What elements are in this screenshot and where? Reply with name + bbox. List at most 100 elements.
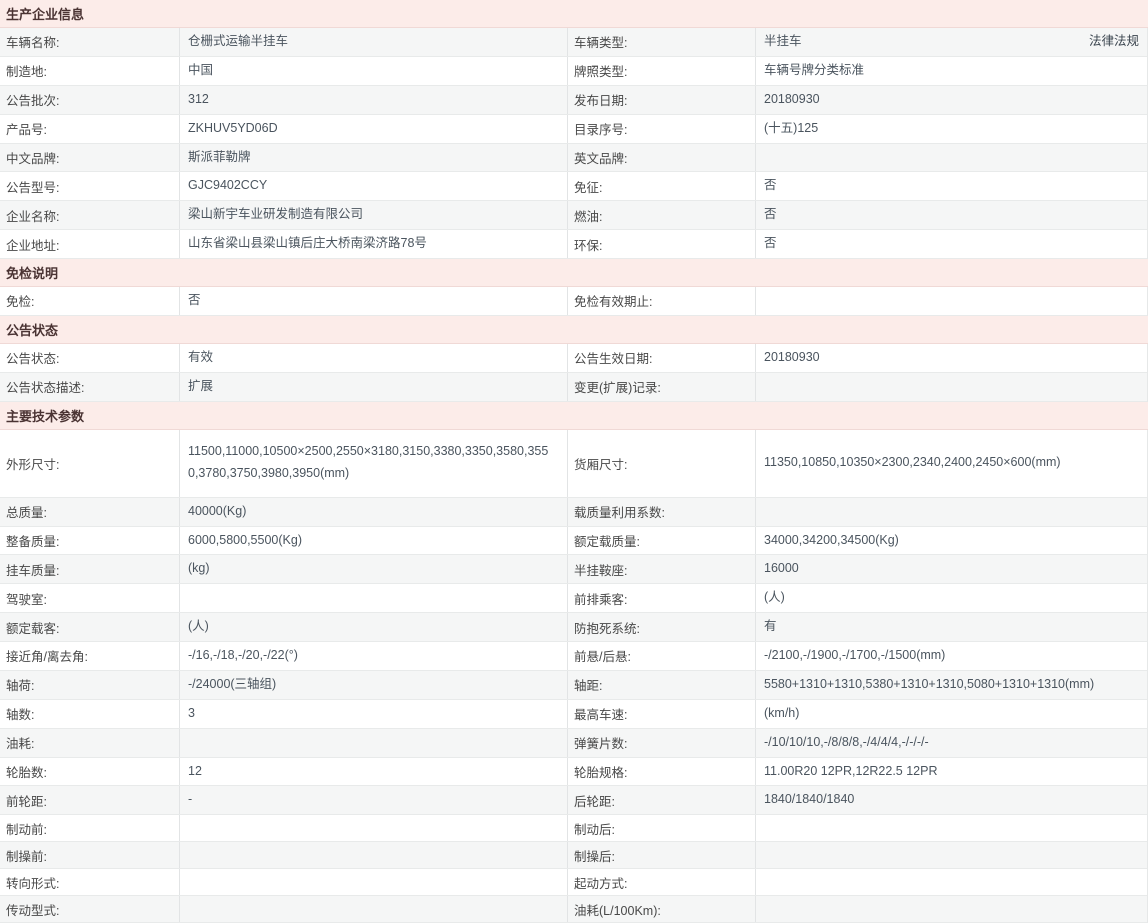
table-row: 公告状态:有效公告生效日期:20180930 bbox=[0, 344, 1147, 373]
table-row: 免检:否免检有效期止: bbox=[0, 287, 1147, 316]
field-value: 12 bbox=[180, 758, 568, 786]
table-row: 挂车质量:(kg)半挂鞍座:16000 bbox=[0, 555, 1147, 584]
field-label: 额定载质量: bbox=[568, 527, 756, 555]
field-value bbox=[756, 373, 1147, 401]
value-text: 半挂车 bbox=[764, 31, 802, 53]
field-value: 6000,5800,5500(Kg) bbox=[180, 527, 568, 555]
field-value: 山东省梁山县梁山镇后庄大桥南梁济路78号 bbox=[180, 230, 568, 258]
field-value: 16000 bbox=[756, 555, 1147, 583]
field-value: 5580+1310+1310,5380+1310+1310,5080+1310+… bbox=[756, 671, 1147, 699]
table-row: 公告状态描述:扩展变更(扩展)记录: bbox=[0, 373, 1147, 402]
field-value: 20180930 bbox=[756, 344, 1147, 372]
field-label: 公告状态: bbox=[0, 344, 180, 372]
field-value: (人) bbox=[756, 584, 1147, 612]
field-label: 挂车质量: bbox=[0, 555, 180, 583]
field-label: 轮胎数: bbox=[0, 758, 180, 786]
field-value: 梁山新宇车业研发制造有限公司 bbox=[180, 201, 568, 229]
field-value bbox=[180, 896, 568, 922]
field-value bbox=[180, 869, 568, 895]
section-header: 公告状态 bbox=[0, 316, 1148, 344]
legal-link[interactable]: 法律法规 bbox=[1089, 31, 1139, 53]
field-value: -/24000(三轴组) bbox=[180, 671, 568, 699]
table-row: 公告批次:312发布日期: 20180930 bbox=[0, 86, 1147, 115]
vehicle-spec-page: 生产企业信息车辆名称:仓栅式运输半挂车车辆类型:半挂车法律法规制造地:中国牌照类… bbox=[0, 0, 1148, 923]
field-value: 有效 bbox=[180, 344, 568, 372]
value-text: 34000,34200,34500(Kg) bbox=[764, 530, 899, 552]
table-row: 轴数:3最高车速:(km/h) bbox=[0, 700, 1147, 729]
field-value: 否 bbox=[756, 172, 1147, 200]
field-label: 接近角/离去角: bbox=[0, 642, 180, 670]
field-value: GJC9402CCY bbox=[180, 172, 568, 200]
table-row: 企业地址:山东省梁山县梁山镇后庄大桥南梁济路78号环保:否 bbox=[0, 230, 1147, 259]
table-row: 制造地:中国牌照类型:车辆号牌分类标准 bbox=[0, 57, 1147, 86]
field-value: 斯派菲勒牌 bbox=[180, 144, 568, 172]
field-label: 驾驶室: bbox=[0, 584, 180, 612]
field-label: 发布日期: bbox=[568, 86, 756, 114]
field-label: 最高车速: bbox=[568, 700, 756, 728]
field-value: 扩展 bbox=[180, 373, 568, 401]
field-label: 油耗(L/100Km): bbox=[568, 896, 756, 922]
field-label: 英文品牌: bbox=[568, 144, 756, 172]
section-header: 生产企业信息 bbox=[0, 0, 1148, 28]
field-label: 燃油: bbox=[568, 201, 756, 229]
field-label: 产品号: bbox=[0, 115, 180, 143]
spec-sections: 生产企业信息车辆名称:仓栅式运输半挂车车辆类型:半挂车法律法规制造地:中国牌照类… bbox=[0, 0, 1148, 923]
field-value bbox=[756, 869, 1147, 895]
field-label: 轮胎规格: bbox=[568, 758, 756, 786]
field-value: 否 bbox=[756, 230, 1147, 258]
field-value: 中国 bbox=[180, 57, 568, 85]
value-text: (人) bbox=[764, 587, 785, 609]
field-label: 后轮距: bbox=[568, 786, 756, 814]
field-label: 总质量: bbox=[0, 498, 180, 526]
field-label: 额定载客: bbox=[0, 613, 180, 641]
field-value bbox=[180, 729, 568, 757]
value-text: -/10/10/10,-/8/8/8,-/4/4/4,-/-/-/- bbox=[764, 732, 929, 754]
field-label: 外形尺寸: bbox=[0, 430, 180, 497]
value-text: 11.00R20 12PR,12R22.5 12PR bbox=[764, 761, 938, 783]
section-table: 公告状态:有效公告生效日期:20180930公告状态描述:扩展变更(扩展)记录: bbox=[0, 344, 1148, 402]
field-value: (kg) bbox=[180, 555, 568, 583]
field-value: (人) bbox=[180, 613, 568, 641]
field-label: 免征: bbox=[568, 172, 756, 200]
value-text: (十五)125 bbox=[764, 118, 818, 140]
field-label: 起动方式: bbox=[568, 869, 756, 895]
section-table: 外形尺寸:11500,11000,10500×2500,2550×3180,31… bbox=[0, 430, 1148, 923]
table-row: 接近角/离去角:-/16,-/18,-/20,-/22(°)前悬/后悬:-/21… bbox=[0, 642, 1147, 671]
table-row: 驾驶室:前排乘客:(人) bbox=[0, 584, 1147, 613]
field-value: 11.00R20 12PR,12R22.5 12PR bbox=[756, 758, 1147, 786]
field-value bbox=[756, 842, 1147, 868]
field-label: 公告批次: bbox=[0, 86, 180, 114]
table-row: 外形尺寸:11500,11000,10500×2500,2550×3180,31… bbox=[0, 430, 1147, 498]
field-label: 制造地: bbox=[0, 57, 180, 85]
field-value: (km/h) bbox=[756, 700, 1147, 728]
table-row: 轮胎数:12轮胎规格: 11.00R20 12PR,12R22.5 12PR bbox=[0, 758, 1147, 787]
table-row: 油耗:弹簧片数:-/10/10/10,-/8/8/8,-/4/4/4,-/-/-… bbox=[0, 729, 1147, 758]
value-text: 车辆号牌分类标准 bbox=[764, 60, 864, 82]
field-value: -/10/10/10,-/8/8/8,-/4/4/4,-/-/-/- bbox=[756, 729, 1147, 757]
field-label: 防抱死系统: bbox=[568, 613, 756, 641]
field-label: 轴距: bbox=[568, 671, 756, 699]
value-text: 20180930 bbox=[764, 347, 820, 369]
field-label: 轴数: bbox=[0, 700, 180, 728]
field-label: 载质量利用系数: bbox=[568, 498, 756, 526]
table-row: 制动前:制动后: bbox=[0, 815, 1147, 842]
field-label: 制动后: bbox=[568, 815, 756, 841]
table-row: 整备质量:6000,5800,5500(Kg)额定载质量:34000,34200… bbox=[0, 527, 1147, 556]
field-value: 否 bbox=[180, 287, 568, 315]
table-row: 额定载客:(人)防抱死系统: 有 bbox=[0, 613, 1147, 642]
section-table: 免检:否免检有效期止: bbox=[0, 287, 1148, 316]
value-text: 20180930 bbox=[764, 89, 820, 111]
field-label: 免检: bbox=[0, 287, 180, 315]
field-label: 油耗: bbox=[0, 729, 180, 757]
field-label: 制操后: bbox=[568, 842, 756, 868]
field-value bbox=[756, 498, 1147, 526]
field-label: 前悬/后悬: bbox=[568, 642, 756, 670]
field-value: 3 bbox=[180, 700, 568, 728]
table-row: 轴荷:-/24000(三轴组)轴距:5580+1310+1310,5380+13… bbox=[0, 671, 1147, 700]
field-value: 312 bbox=[180, 86, 568, 114]
table-row: 制操前:制操后: bbox=[0, 842, 1147, 869]
field-label: 公告型号: bbox=[0, 172, 180, 200]
value-text: 有 bbox=[764, 616, 777, 638]
field-value: -/2100,-/1900,-/1700,-/1500(mm) bbox=[756, 642, 1147, 670]
field-value: 半挂车 法律法规 bbox=[756, 28, 1147, 56]
